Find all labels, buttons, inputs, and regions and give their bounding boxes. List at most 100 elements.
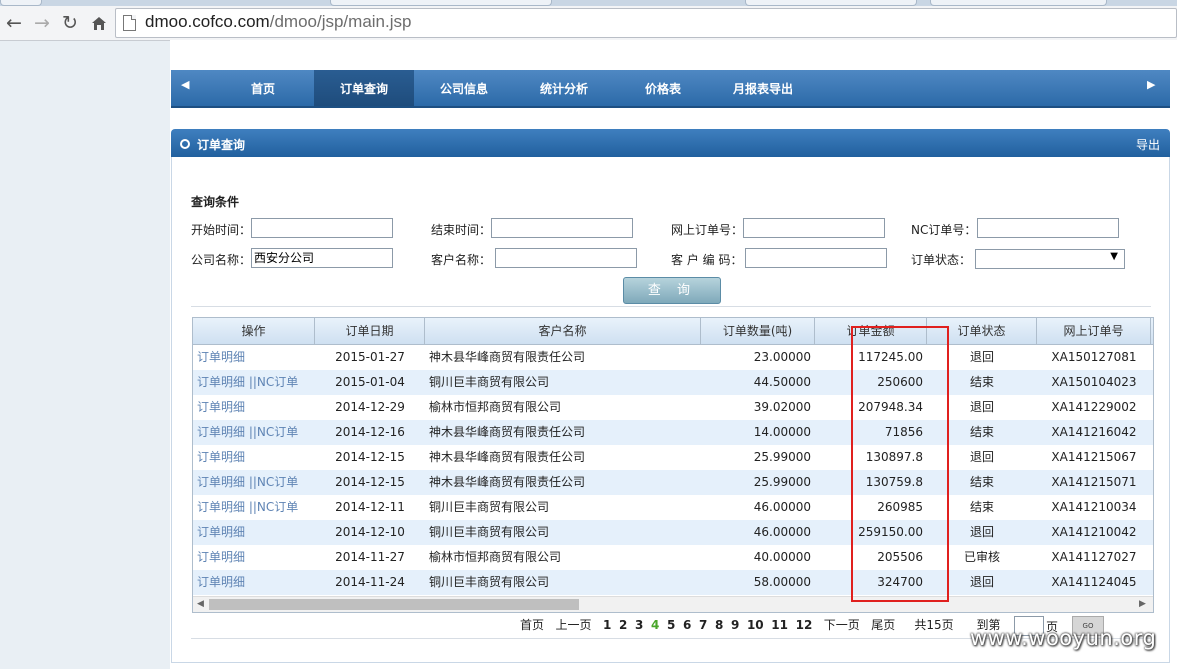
- cell-online-order-no: XA141229002: [1051, 400, 1137, 414]
- customer-name-input[interactable]: [495, 248, 637, 268]
- pager-page-9[interactable]: 9: [731, 618, 739, 632]
- cell-order-date: 2014-12-16: [335, 425, 405, 439]
- pager-page-3[interactable]: 3: [635, 618, 643, 632]
- cell-operation[interactable]: 订单明细: [193, 395, 315, 420]
- search-button[interactable]: 查 询: [623, 277, 721, 304]
- back-arrow-icon[interactable]: ←: [0, 6, 28, 40]
- section-title: 订单查询: [197, 138, 246, 152]
- table-row: 订单明细 ||NC订单 2014-12-16 神木县华峰商贸有限责任公司 14.000…: [193, 420, 1153, 445]
- scroll-left-icon[interactable]: ◀: [197, 597, 204, 612]
- cell-operation[interactable]: 订单明细: [193, 345, 315, 370]
- company-input[interactable]: 西安分公司: [251, 248, 393, 268]
- header-online-order-no[interactable]: 网上订单号: [1037, 318, 1151, 344]
- pager-page-11[interactable]: 11: [771, 618, 788, 632]
- cell-customer-name: 神木县华峰商贸有限责任公司: [429, 350, 586, 364]
- cell-order-qty: 46.00000: [753, 525, 811, 539]
- pager-page-1[interactable]: 1: [603, 618, 611, 632]
- pager-first[interactable]: 首页: [520, 618, 544, 632]
- nc-order-label: NC订单号：: [911, 223, 977, 237]
- red-highlight-box: [851, 326, 949, 602]
- pager-next[interactable]: 下一页: [824, 618, 860, 632]
- order-status-select[interactable]: ▼: [975, 249, 1125, 269]
- nav-scroll-left-icon[interactable]: ◀: [181, 78, 189, 91]
- reload-icon[interactable]: ↻: [56, 6, 84, 40]
- pager-page-5[interactable]: 5: [667, 618, 675, 632]
- online-order-label: 网上订单号：: [671, 223, 744, 237]
- cell-online-order-no: XA141210034: [1051, 500, 1137, 514]
- pager-prev[interactable]: 上一页: [555, 618, 591, 632]
- cell-operation[interactable]: 订单明细: [193, 520, 315, 545]
- cell-order-qty: 44.50000: [753, 375, 811, 389]
- cell-order-qty: 25.99000: [753, 475, 811, 489]
- cell-online-order-no: XA141127027: [1051, 550, 1137, 564]
- export-link[interactable]: 导出: [1136, 136, 1160, 153]
- header-customer-name[interactable]: 客户名称: [425, 318, 701, 344]
- cell-operation[interactable]: 订单明细 ||NC订单: [193, 370, 315, 395]
- query-title: 查询条件: [191, 195, 240, 209]
- pager-page-12[interactable]: 12: [796, 618, 813, 632]
- nav-item-company-info[interactable]: 公司信息: [434, 70, 494, 106]
- pager-page-8[interactable]: 8: [715, 618, 723, 632]
- home-icon[interactable]: [85, 6, 113, 40]
- header-order-qty[interactable]: 订单数量(吨): [701, 318, 815, 344]
- pagination: 首页 上一页 1 2 3 4 5 6 7 8 9 10 11 12 下一页 尾页…: [520, 614, 1001, 636]
- table-row: 订单明细 2014-12-15 神木县华峰商贸有限责任公司 25.99000 13089…: [193, 445, 1153, 470]
- header-order-date[interactable]: 订单日期: [315, 318, 425, 344]
- address-url: dmoo.cofco.com/dmoo/jsp/main.jsp: [145, 12, 412, 31]
- nav-scroll-right-icon[interactable]: ▶: [1147, 78, 1155, 91]
- pager-page-6[interactable]: 6: [683, 618, 691, 632]
- cell-order-qty: 46.00000: [753, 500, 811, 514]
- page-icon: [123, 15, 136, 31]
- pager-last[interactable]: 尾页: [871, 618, 895, 632]
- pager-page-2[interactable]: 2: [619, 618, 627, 632]
- nav-item-monthly-report[interactable]: 月报表导出: [728, 70, 798, 106]
- cell-order-date: 2014-12-15: [335, 450, 405, 464]
- online-order-input[interactable]: [743, 218, 885, 238]
- divider: [191, 306, 1151, 307]
- end-time-label: 结束时间：: [431, 223, 492, 237]
- end-time-input[interactable]: [491, 218, 633, 238]
- cell-order-qty: 40.00000: [753, 550, 811, 564]
- cell-online-order-no: XA141215067: [1051, 450, 1137, 464]
- nav-item-price-list[interactable]: 价格表: [638, 70, 688, 106]
- nav-item-order-query[interactable]: 订单查询: [314, 70, 414, 106]
- forward-arrow-icon[interactable]: →: [28, 6, 56, 40]
- address-bar[interactable]: dmoo.cofco.com/dmoo/jsp/main.jsp: [115, 8, 1177, 38]
- scrollbar-thumb[interactable]: [209, 599, 579, 610]
- table-row: 订单明细 ||NC订单 2014-12-15 神木县华峰商贸有限责任公司 25.990…: [193, 470, 1153, 495]
- browser-toolbar: ← → ↻ dmoo.cofco.com/dmoo/jsp/main.jsp: [0, 6, 1177, 41]
- nc-order-input[interactable]: [977, 218, 1119, 238]
- customer-code-label: 客 户 编 码：: [671, 253, 743, 267]
- cell-order-qty: 39.02000: [753, 400, 811, 414]
- cell-online-order-no: XA150104023: [1051, 375, 1137, 389]
- cell-operation[interactable]: 订单明细 ||NC订单: [193, 470, 315, 495]
- start-time-input[interactable]: [251, 218, 393, 238]
- cell-operation[interactable]: 订单明细: [193, 445, 315, 470]
- cell-customer-name: 神木县华峰商贸有限责任公司: [429, 425, 586, 439]
- customer-code-input[interactable]: [745, 248, 887, 268]
- cell-operation[interactable]: 订单明细: [193, 570, 315, 595]
- cell-order-date: 2014-12-11: [335, 500, 405, 514]
- cell-customer-name: 铜川巨丰商贸有限公司: [429, 525, 550, 539]
- nav-item-statistics[interactable]: 统计分析: [534, 70, 594, 106]
- cell-order-date: 2014-12-29: [335, 400, 405, 414]
- cell-operation[interactable]: 订单明细: [193, 545, 315, 570]
- cell-order-date: 2014-11-24: [335, 575, 405, 589]
- table-row: 订单明细 2015-01-27 神木县华峰商贸有限责任公司 23.00000 11724…: [193, 345, 1153, 370]
- section-header: 订单查询 导出: [171, 129, 1170, 157]
- cell-customer-name: 铜川巨丰商贸有限公司: [429, 575, 550, 589]
- orders-table: 操作 订单日期 客户名称 订单数量(吨) 订单金额 订单状态 网上订单号 订单明…: [192, 317, 1154, 613]
- pager-page-10[interactable]: 10: [747, 618, 764, 632]
- header-operation[interactable]: 操作: [193, 318, 315, 344]
- nav-item-home[interactable]: 首页: [243, 70, 283, 106]
- scroll-right-icon[interactable]: ▶: [1139, 597, 1146, 612]
- cell-operation[interactable]: 订单明细 ||NC订单: [193, 495, 315, 520]
- cell-operation[interactable]: 订单明细 ||NC订单: [193, 420, 315, 445]
- cell-order-date: 2014-12-15: [335, 475, 405, 489]
- pager-page-7[interactable]: 7: [699, 618, 707, 632]
- cell-customer-name: 神木县华峰商贸有限责任公司: [429, 450, 586, 464]
- pager-page-4[interactable]: 4: [651, 618, 659, 632]
- cell-order-qty: 23.00000: [753, 350, 811, 364]
- table-row: 订单明细 ||NC订单 2014-12-11 铜川巨丰商贸有限公司 46.00000 2…: [193, 495, 1153, 520]
- horizontal-scrollbar[interactable]: ◀ ▶: [193, 596, 1153, 612]
